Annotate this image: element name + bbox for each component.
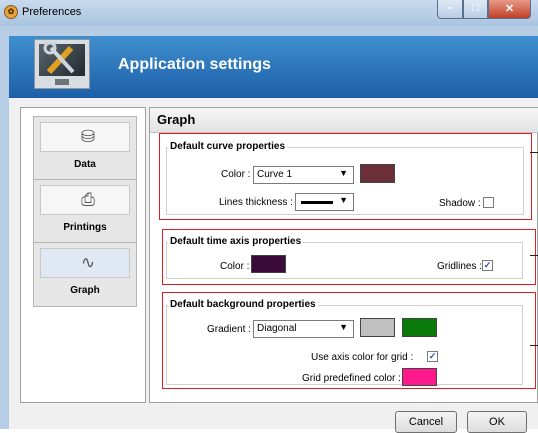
gradient-value: Diagonal — [257, 323, 297, 334]
time-axis-color-swatch[interactable] — [251, 255, 286, 273]
chevron-down-icon: ▼ — [339, 322, 348, 332]
shadow-checkbox[interactable] — [483, 197, 494, 208]
ok-button[interactable]: OK — [467, 411, 527, 433]
line-thickness-label: Lines thickness : — [219, 197, 293, 208]
tools-icon — [43, 42, 75, 75]
tools-monitor-icon — [34, 39, 90, 89]
curve-color-swatch[interactable] — [360, 164, 395, 183]
gridlines-checkbox[interactable]: ✓ — [482, 260, 493, 271]
close-icon: ✕ — [504, 3, 515, 15]
printer-icon: ⎙ — [81, 190, 95, 209]
monitor-stand — [55, 79, 69, 85]
time-axis-color-label: Color : — [220, 261, 250, 272]
maximize-icon: □ — [472, 2, 479, 14]
gradient-select[interactable]: Diagonal ▼ — [253, 320, 354, 338]
curve-color-value: Curve 1 — [257, 169, 293, 180]
gradient-color-swatch-1[interactable] — [360, 318, 395, 337]
grid-color-swatch[interactable] — [402, 368, 437, 386]
curve-color-select[interactable]: Curve 1 ▼ — [253, 166, 354, 184]
database-icon: ⛁ — [80, 127, 96, 146]
settings-sidebar: ⛁ Data ⎙ Printings ∿ Graph — [20, 107, 146, 403]
curve-color-label: Color : — [221, 169, 251, 180]
app-icon: ✿ — [4, 5, 18, 19]
minimize-icon: – — [446, 2, 454, 14]
line-thickness-preview — [301, 201, 333, 204]
shadow-label: Shadow : — [439, 198, 481, 209]
maximize-button[interactable]: □ — [463, 0, 488, 19]
page-title: Application settings — [118, 56, 271, 73]
sidebar-icon-box: ⎙ — [40, 185, 130, 215]
edge-tick — [530, 345, 538, 346]
window-frame-left — [0, 26, 9, 429]
gradient-label: Gradient : — [207, 324, 251, 335]
content-header — [150, 108, 538, 133]
window-title: Preferences — [22, 6, 82, 18]
edge-tick — [530, 255, 538, 256]
line-thickness-select[interactable]: ▼ — [295, 193, 354, 211]
minimize-button[interactable]: – — [437, 0, 463, 19]
gridlines-label: Gridlines : — [437, 261, 483, 272]
content-title: Graph — [157, 112, 196, 127]
chevron-down-icon: ▼ — [339, 168, 348, 178]
close-button[interactable]: ✕ — [488, 0, 531, 19]
sidebar-item-data[interactable]: ⛁ Data — [33, 116, 137, 181]
window-frame-top — [0, 26, 538, 36]
cancel-button[interactable]: Cancel — [395, 411, 457, 433]
sidebar-item-label: Printings — [63, 222, 107, 233]
sidebar-item-label: Graph — [70, 285, 100, 296]
edge-tick — [530, 152, 538, 153]
curve-group-title: Default curve properties — [168, 141, 288, 152]
gradient-color-swatch-2[interactable] — [402, 318, 437, 337]
sidebar-item-printings[interactable]: ⎙ Printings — [33, 179, 137, 244]
graph-icon: ∿ — [80, 253, 96, 272]
axis-color-grid-checkbox[interactable]: ✓ — [427, 351, 438, 362]
sidebar-item-label: Data — [74, 159, 96, 170]
chevron-down-icon: ▼ — [339, 195, 348, 205]
sidebar-item-graph[interactable]: ∿ Graph — [33, 242, 137, 307]
sidebar-icon-box: ⛁ — [40, 122, 130, 152]
background-group-title: Default background properties — [168, 299, 318, 310]
preferences-window: ✿ Preferences – □ ✕ Application settings… — [0, 0, 538, 433]
axis-color-grid-label: Use axis color for grid : — [311, 352, 414, 363]
grid-color-label: Grid predefined color : — [302, 373, 401, 384]
time-axis-group-title: Default time axis properties — [168, 236, 304, 247]
sidebar-icon-box: ∿ — [40, 248, 130, 278]
